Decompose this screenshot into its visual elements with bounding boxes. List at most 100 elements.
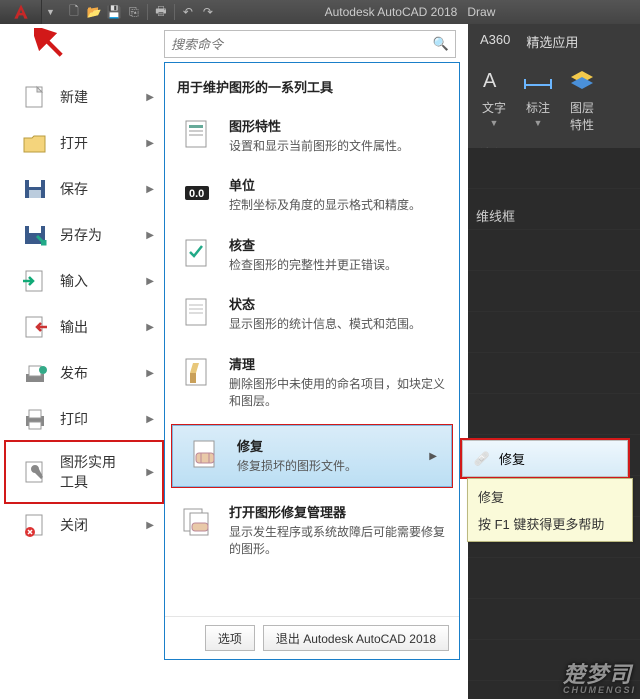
menu-item-close[interactable]: 关闭 ▶: [6, 502, 162, 548]
tool-item-title: 清理: [229, 354, 445, 373]
menu-item-open-file[interactable]: 打开 ▶: [6, 120, 162, 166]
panel-text[interactable]: A 文字 ▼: [474, 63, 514, 133]
drawing-utilities-panel: 用于维护图形的一系列工具 图形特性设置和显示当前图形的文件属性。0.0单位控制坐…: [164, 62, 460, 660]
text-icon: A: [474, 63, 514, 97]
recover-flyout: 🩹 修复: [460, 438, 630, 479]
menu-item-label: 输入: [60, 271, 88, 291]
save-icon[interactable]: 💾: [105, 3, 123, 21]
chevron-right-icon: ▶: [146, 138, 154, 149]
save-as-icon: [20, 222, 50, 248]
chevron-right-icon: ▶: [146, 276, 154, 287]
undo-icon[interactable]: ↶: [179, 3, 197, 21]
tool-item-status[interactable]: 状态显示图形的统计信息、模式和范围。: [165, 284, 459, 343]
panel-item-list: 图形特性设置和显示当前图形的文件属性。0.0单位控制坐标及角度的显示格式和精度。…: [165, 106, 459, 569]
panel-layers[interactable]: 图层 特性: [562, 63, 602, 133]
menu-item-publish[interactable]: 发布▶: [6, 350, 162, 396]
chevron-right-icon: ▶: [146, 414, 154, 425]
open-icon[interactable]: 📂: [85, 3, 103, 21]
menu-item-export[interactable]: 输出▶: [6, 304, 162, 350]
tool-item-recover[interactable]: 修复修复损坏的图形文件。▶: [172, 425, 452, 486]
tooltip-help: 按 F1 键获得更多帮助: [478, 514, 622, 533]
flyout-item-label: 修复: [499, 449, 525, 468]
menu-item-label: 图形实用 工具: [60, 452, 116, 492]
tooltip-title: 修复: [478, 487, 622, 506]
options-button[interactable]: 选项: [205, 625, 255, 651]
exit-button[interactable]: 退出 Autodesk AutoCAD 2018: [263, 625, 449, 651]
import-icon: [20, 268, 50, 294]
menu-item-label: 发布: [60, 363, 88, 383]
save-as-icon[interactable]: ⎘: [125, 3, 143, 21]
export-icon: [20, 314, 50, 340]
panel-dimension[interactable]: 标注 ▼: [518, 63, 558, 133]
tool-item-title: 核查: [229, 235, 445, 254]
separator: [147, 4, 148, 20]
separator: [174, 4, 175, 20]
units-icon: 0.0: [179, 175, 215, 211]
menu-item-import[interactable]: 输入 ▶: [6, 258, 162, 304]
svg-text:0.0: 0.0: [189, 188, 204, 200]
ribbon-panels: A 文字 ▼ 标注 ▼ 图层 特性: [468, 51, 640, 139]
menu-item-new-file[interactable]: 新建▶: [6, 74, 162, 120]
tool-item-title: 图形特性: [229, 116, 445, 135]
menu-item-label: 关闭: [60, 515, 88, 535]
audit-icon: [179, 235, 215, 271]
search-input[interactable]: [171, 37, 433, 52]
dimension-icon: [518, 63, 558, 97]
viewport-visual-style[interactable]: 维线框: [476, 206, 515, 225]
tool-item-properties[interactable]: 图形特性设置和显示当前图形的文件属性。: [165, 106, 459, 165]
print-icon[interactable]: 🖶: [152, 3, 170, 21]
autocad-logo-icon: [11, 2, 31, 22]
chevron-right-icon: ▶: [146, 230, 154, 241]
application-menu-button[interactable]: [0, 0, 42, 24]
menu-item-label: 输出: [60, 317, 88, 337]
tool-item-units[interactable]: 0.0单位控制坐标及角度的显示格式和精度。: [165, 165, 459, 224]
new-file-icon: [20, 84, 50, 110]
new-icon[interactable]: 🗋: [65, 3, 83, 21]
menu-item-label: 新建: [60, 87, 88, 107]
search-icon[interactable]: 🔍: [433, 36, 449, 52]
dropdown-chevron-icon[interactable]: ▼: [42, 7, 59, 17]
application-menu: 新建▶ 打开 ▶ 保存 ▶ 另存为 ▶ 输入 ▶ 输出▶发布▶ 打印 ▶ 图形实用 工具 ▶ 关闭 ▶: [6, 74, 162, 548]
recover-icon: [187, 436, 223, 472]
status-icon: [179, 294, 215, 330]
watermark: 楚梦司 CHUMENGSI: [563, 657, 636, 695]
tool-item-audit[interactable]: 核查检查图形的完整性并更正错误。: [165, 225, 459, 284]
menu-item-print[interactable]: 打印 ▶: [6, 396, 162, 442]
tool-item-desc: 删除图形中未使用的命名项目，如块定义和图层。: [229, 376, 445, 411]
chevron-right-icon: ▶: [146, 184, 154, 195]
flyout-item-recover[interactable]: 🩹 修复: [463, 441, 627, 476]
tool-item-purge[interactable]: 清理删除图形中未使用的命名项目，如块定义和图层。: [165, 344, 459, 421]
menu-item-save-as[interactable]: 另存为 ▶: [6, 212, 162, 258]
title-bar: ▼ 🗋 📂 💾 ⎘ 🖶 ↶ ↷ Autodesk AutoCAD 2018 Dr…: [0, 0, 640, 24]
utilities-icon: [20, 459, 50, 485]
tool-item-desc: 检查图形的完整性并更正错误。: [229, 257, 445, 274]
layers-icon: [562, 63, 602, 97]
chevron-right-icon: ▶: [146, 467, 154, 478]
tool-item-title: 打开图形修复管理器: [229, 502, 445, 521]
menu-item-label: 另存为: [60, 225, 102, 245]
tool-item-recover-mgr[interactable]: 打开图形修复管理器显示发生程序或系统故障后可能需要修复的图形。: [165, 492, 459, 569]
command-search[interactable]: 🔍: [164, 30, 456, 58]
save-icon: [20, 176, 50, 202]
tool-item-title: 单位: [229, 175, 445, 194]
recover-mgr-icon: [179, 502, 215, 538]
menu-item-utilities[interactable]: 图形实用 工具 ▶: [4, 440, 164, 504]
menu-item-save[interactable]: 保存 ▶: [6, 166, 162, 212]
tab-featured-apps[interactable]: 精选应用: [526, 32, 578, 51]
menu-item-label: 保存: [60, 179, 88, 199]
panel-header: 用于维护图形的一系列工具: [165, 63, 459, 106]
tab-a360[interactable]: A360: [480, 32, 510, 51]
properties-icon: [179, 116, 215, 152]
panel-footer: 选项 退出 Autodesk AutoCAD 2018: [165, 616, 459, 659]
print-icon: [20, 406, 50, 432]
tool-item-desc: 设置和显示当前图形的文件属性。: [229, 138, 445, 155]
publish-icon: [20, 360, 50, 386]
viewport-grid: [468, 148, 640, 699]
annotation-arrow: [34, 28, 68, 62]
viewport[interactable]: 维线框: [468, 148, 640, 699]
redo-icon[interactable]: ↷: [199, 3, 217, 21]
chevron-right-icon: ▶: [146, 520, 154, 531]
menu-item-label: 打开: [60, 133, 88, 153]
menu-item-label: 打印: [60, 409, 88, 429]
close-icon: [20, 512, 50, 538]
